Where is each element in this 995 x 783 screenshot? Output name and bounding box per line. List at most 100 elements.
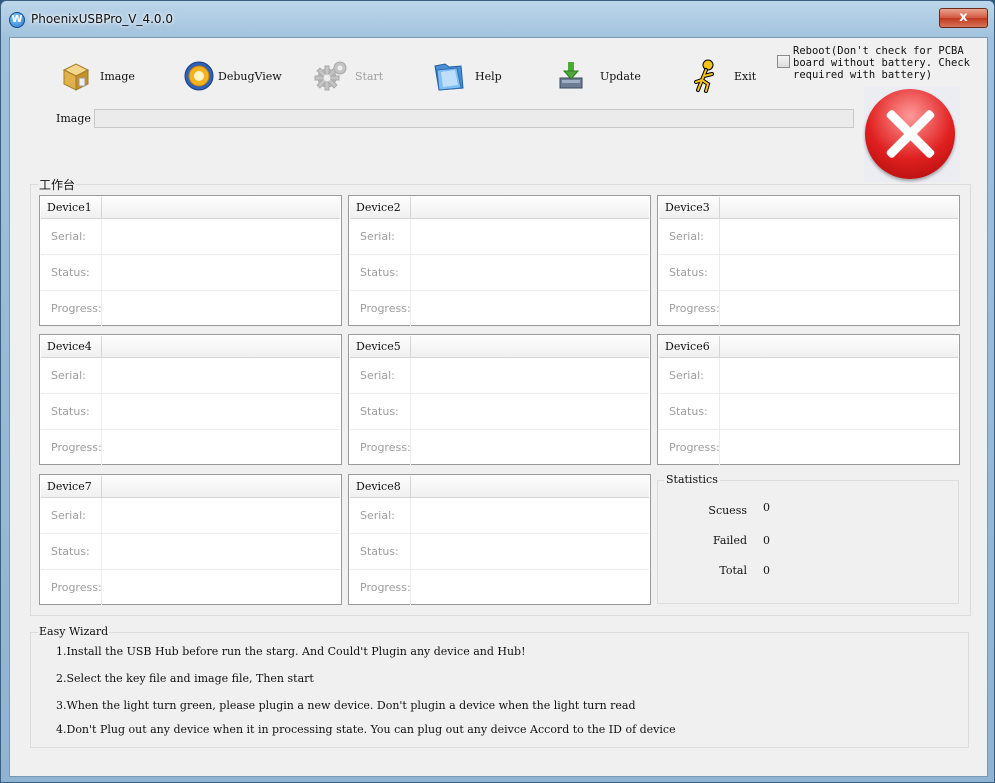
status-bar [10, 768, 987, 776]
device-header: Device6 [659, 336, 958, 358]
device-status-label: Status: [350, 394, 411, 429]
device-progress-row: Progress: [659, 291, 958, 327]
device-progress-label: Progress: [659, 291, 720, 326]
device-status-label: Status: [659, 394, 720, 429]
help-button-label: Help [475, 69, 502, 83]
device-status-label: Status: [41, 255, 102, 290]
device-serial-row: Serial: [659, 358, 958, 394]
device-status-value [103, 394, 340, 429]
device-status-label: Status: [659, 255, 720, 290]
device-serial-value [412, 358, 649, 393]
close-window-button[interactable]: x [939, 8, 988, 28]
debug-icon [182, 58, 218, 94]
total-label: Total [719, 564, 747, 577]
device-status-value [103, 534, 340, 569]
device-status-row: Status: [350, 534, 649, 570]
image-button-label: Image [100, 69, 135, 83]
device-serial-row: Serial: [41, 219, 340, 255]
device-serial-label: Serial: [41, 498, 102, 533]
device-name: Device3 [659, 197, 720, 218]
device-progress-row: Progress: [350, 570, 649, 606]
gear-icon [313, 58, 349, 94]
box-icon [58, 58, 94, 94]
device-serial-label: Serial: [350, 498, 411, 533]
device-status-value [412, 394, 649, 429]
app-logo-icon: W [9, 12, 25, 28]
device-progress-value [103, 291, 340, 326]
device-panel-2: Device2 Serial: Status: Progress: [348, 195, 651, 327]
device-status-label: Status: [350, 255, 411, 290]
update-button[interactable]: Update [555, 58, 641, 94]
device-name: Device8 [350, 476, 411, 497]
device-progress-row: Progress: [350, 430, 649, 466]
app-window: W PhoenixUSBPro_V_4.0.0 x Image DebugVie… [0, 0, 995, 783]
device-status-label: Status: [41, 534, 102, 569]
help-button[interactable]: Help [431, 58, 502, 94]
reboot-checkbox[interactable] [777, 55, 790, 68]
failed-label: Failed [712, 534, 747, 547]
device-serial-value [103, 358, 340, 393]
device-status-row: Status: [659, 394, 958, 430]
device-status-row: Status: [659, 255, 958, 291]
wizard-step: 4.Don't Plug out any device when it in p… [56, 723, 676, 736]
device-serial-value [103, 219, 340, 254]
update-button-label: Update [600, 69, 641, 83]
device-progress-label: Progress: [350, 291, 411, 326]
device-progress-value [103, 570, 340, 605]
window-title: PhoenixUSBPro_V_4.0.0 [31, 12, 174, 26]
image-path-field [94, 109, 854, 128]
device-header: Device5 [350, 336, 649, 358]
device-progress-value [412, 291, 649, 326]
device-progress-value [721, 430, 958, 465]
device-header: Device4 [41, 336, 340, 358]
image-button[interactable]: Image [58, 58, 135, 94]
device-serial-value [412, 219, 649, 254]
device-progress-label: Progress: [41, 291, 102, 326]
device-name: Device4 [41, 336, 102, 357]
start-button[interactable]: Start [313, 58, 383, 94]
title-bar[interactable]: W PhoenixUSBPro_V_4.0.0 x [1, 1, 994, 37]
device-name: Device1 [41, 197, 102, 218]
device-status-value [412, 534, 649, 569]
device-progress-row: Progress: [41, 291, 340, 327]
device-header: Device2 [350, 197, 649, 219]
device-progress-row: Progress: [41, 570, 340, 606]
device-progress-value [412, 570, 649, 605]
client-area: Image DebugView Start Help Update Exit R… [9, 37, 988, 777]
start-button-label: Start [355, 69, 384, 83]
device-status-row: Status: [350, 255, 649, 291]
device-serial-row: Serial: [350, 219, 649, 255]
debugview-button[interactable]: DebugView [182, 58, 282, 94]
device-panel-7: Device7 Serial: Status: Progress: [39, 474, 342, 606]
exit-button[interactable]: Exit [688, 58, 756, 94]
success-count: 0 [763, 501, 770, 514]
failed-count: 0 [763, 534, 770, 547]
device-progress-value [721, 291, 958, 326]
device-status-value [412, 255, 649, 290]
total-count: 0 [763, 564, 770, 577]
device-progress-row: Progress: [41, 430, 340, 466]
device-serial-row: Serial: [350, 358, 649, 394]
device-panel-4: Device4 Serial: Status: Progress: [39, 334, 342, 466]
device-header: Device8 [350, 476, 649, 498]
easy-wizard-title: Easy Wizard [38, 625, 110, 638]
device-serial-value [721, 358, 958, 393]
device-status-label: Status: [41, 394, 102, 429]
device-progress-label: Progress: [41, 570, 102, 605]
device-serial-row: Serial: [659, 219, 958, 255]
device-status-value [103, 255, 340, 290]
device-header: Device7 [41, 476, 340, 498]
device-panel-1: Device1 Serial: Status: Progress: [39, 195, 342, 327]
device-status-row: Status: [350, 394, 649, 430]
device-serial-value [412, 498, 649, 533]
device-name: Device2 [350, 197, 411, 218]
exit-button-label: Exit [734, 69, 757, 83]
running-man-icon [688, 58, 724, 94]
device-progress-label: Progress: [350, 570, 411, 605]
device-serial-row: Serial: [41, 358, 340, 394]
success-label: Scuess [708, 504, 747, 517]
device-serial-label: Serial: [659, 219, 720, 254]
device-progress-label: Progress: [41, 430, 102, 465]
device-panel-8: Device8 Serial: Status: Progress: [348, 474, 651, 606]
device-status-row: Status: [41, 394, 340, 430]
